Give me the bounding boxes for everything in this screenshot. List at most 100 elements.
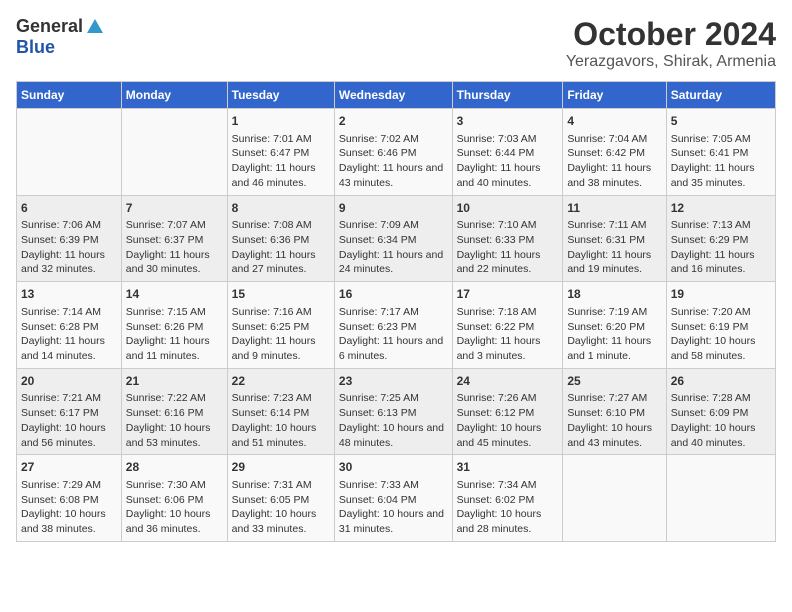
day-number: 30 [339,459,448,476]
calendar-cell: 28 Sunrise: 7:30 AM Sunset: 6:06 PM Dayli… [121,455,227,542]
day-info: Sunrise: 7:30 AM Sunset: 6:06 PM Dayligh… [126,478,223,537]
calendar-cell: 9Sunrise: 7:09 AM Sunset: 6:34 PM Daylig… [334,195,452,282]
day-info: Sunrise: 7:04 AM Sunset: 6:42 PM Dayligh… [567,132,661,191]
day-info: Sunrise: 7:01 AM Sunset: 6:47 PM Dayligh… [232,132,330,191]
day-number: 9 [339,200,448,217]
day-number: 10 [457,200,559,217]
day-info: Sunrise: 7:33 AM Sunset: 6:04 PM Dayligh… [339,478,448,537]
day-number: 26 [671,373,771,390]
calendar-cell: 19 Sunrise: 7:20 AM Sunset: 6:19 PM Dayli… [666,282,775,369]
column-header-friday: Friday [563,82,666,109]
day-number: 29 [232,459,330,476]
calendar-cell: 26Sunrise: 7:28 AM Sunset: 6:09 PM Dayli… [666,368,775,455]
day-number: 17 [457,286,559,303]
calendar-cell: 12Sunrise: 7:13 AM Sunset: 6:29 PM Dayli… [666,195,775,282]
calendar-cell: 16 Sunrise: 7:17 AM Sunset: 6:23 PM Dayli… [334,282,452,369]
day-info: Sunrise: 7:26 AM Sunset: 6:12 PM Dayligh… [457,391,559,450]
day-info: Sunrise: 7:06 AM Sunset: 6:39 PM Dayligh… [21,218,117,277]
calendar-week-5: 27Sunrise: 7:29 AM Sunset: 6:08 PM Dayli… [17,455,776,542]
day-info: Sunrise: 7:03 AM Sunset: 6:44 PM Dayligh… [457,132,559,191]
calendar-cell: 8Sunrise: 7:08 AM Sunset: 6:36 PM Daylig… [227,195,334,282]
calendar-cell: 23Sunrise: 7:25 AM Sunset: 6:13 PM Dayli… [334,368,452,455]
day-number: 11 [567,200,661,217]
day-number: 15 [232,286,330,303]
day-info: Sunrise: 7:16 AM Sunset: 6:25 PM Dayligh… [232,305,330,364]
calendar-cell: 6Sunrise: 7:06 AM Sunset: 6:39 PM Daylig… [17,195,122,282]
day-number: 28 [126,459,223,476]
day-info: Sunrise: 7:28 AM Sunset: 6:09 PM Dayligh… [671,391,771,450]
calendar-week-4: 20Sunrise: 7:21 AM Sunset: 6:17 PM Dayli… [17,368,776,455]
calendar-week-1: 1 Sunrise: 7:01 AM Sunset: 6:47 PM Daylig… [17,109,776,196]
day-number: 7 [126,200,223,217]
day-number: 12 [671,200,771,217]
page-header: General Blue October 2024 Yerazgavors, S… [16,16,776,71]
day-number: 21 [126,373,223,390]
day-info: Sunrise: 7:13 AM Sunset: 6:29 PM Dayligh… [671,218,771,277]
day-number: 5 [671,113,771,130]
calendar-cell: 21Sunrise: 7:22 AM Sunset: 6:16 PM Dayli… [121,368,227,455]
logo-general-text: General [16,16,83,37]
column-header-thursday: Thursday [452,82,563,109]
day-number: 8 [232,200,330,217]
day-number: 23 [339,373,448,390]
day-number: 19 [671,286,771,303]
column-header-monday: Monday [121,82,227,109]
calendar-cell: 10Sunrise: 7:10 AM Sunset: 6:33 PM Dayli… [452,195,563,282]
calendar-header: SundayMondayTuesdayWednesdayThursdayFrid… [17,82,776,109]
calendar-cell [121,109,227,196]
calendar-cell: 18Sunrise: 7:19 AM Sunset: 6:20 PM Dayli… [563,282,666,369]
calendar-cell: 15 Sunrise: 7:16 AM Sunset: 6:25 PM Dayli… [227,282,334,369]
day-number: 3 [457,113,559,130]
day-info: Sunrise: 7:11 AM Sunset: 6:31 PM Dayligh… [567,218,661,277]
day-info: Sunrise: 7:31 AM Sunset: 6:05 PM Dayligh… [232,478,330,537]
calendar-cell: 11Sunrise: 7:11 AM Sunset: 6:31 PM Dayli… [563,195,666,282]
column-header-sunday: Sunday [17,82,122,109]
calendar-cell: 30 Sunrise: 7:33 AM Sunset: 6:04 PM Dayli… [334,455,452,542]
logo-icon [85,17,105,37]
day-number: 20 [21,373,117,390]
day-info: Sunrise: 7:17 AM Sunset: 6:23 PM Dayligh… [339,305,448,364]
calendar-week-3: 13Sunrise: 7:14 AM Sunset: 6:28 PM Dayli… [17,282,776,369]
day-info: Sunrise: 7:15 AM Sunset: 6:26 PM Dayligh… [126,305,223,364]
day-info: Sunrise: 7:27 AM Sunset: 6:10 PM Dayligh… [567,391,661,450]
day-info: Sunrise: 7:09 AM Sunset: 6:34 PM Dayligh… [339,218,448,277]
calendar-cell: 29 Sunrise: 7:31 AM Sunset: 6:05 PM Dayli… [227,455,334,542]
day-info: Sunrise: 7:34 AM Sunset: 6:02 PM Dayligh… [457,478,559,537]
calendar-week-2: 6Sunrise: 7:06 AM Sunset: 6:39 PM Daylig… [17,195,776,282]
day-number: 25 [567,373,661,390]
day-number: 16 [339,286,448,303]
day-info: Sunrise: 7:08 AM Sunset: 6:36 PM Dayligh… [232,218,330,277]
calendar-cell: 1 Sunrise: 7:01 AM Sunset: 6:47 PM Daylig… [227,109,334,196]
day-number: 4 [567,113,661,130]
logo-blue-text: Blue [16,37,55,58]
calendar-cell: 27Sunrise: 7:29 AM Sunset: 6:08 PM Dayli… [17,455,122,542]
calendar-cell: 13Sunrise: 7:14 AM Sunset: 6:28 PM Dayli… [17,282,122,369]
day-info: Sunrise: 7:25 AM Sunset: 6:13 PM Dayligh… [339,391,448,450]
day-info: Sunrise: 7:18 AM Sunset: 6:22 PM Dayligh… [457,305,559,364]
calendar-cell: 24Sunrise: 7:26 AM Sunset: 6:12 PM Dayli… [452,368,563,455]
day-number: 2 [339,113,448,130]
day-info: Sunrise: 7:20 AM Sunset: 6:19 PM Dayligh… [671,305,771,364]
column-header-tuesday: Tuesday [227,82,334,109]
calendar-cell: 2 Sunrise: 7:02 AM Sunset: 6:46 PM Daylig… [334,109,452,196]
day-number: 1 [232,113,330,130]
calendar-cell: 5 Sunrise: 7:05 AM Sunset: 6:41 PM Daylig… [666,109,775,196]
day-number: 22 [232,373,330,390]
title-section: October 2024 Yerazgavors, Shirak, Armeni… [566,16,776,71]
day-number: 24 [457,373,559,390]
day-number: 27 [21,459,117,476]
day-info: Sunrise: 7:02 AM Sunset: 6:46 PM Dayligh… [339,132,448,191]
calendar-cell: 22Sunrise: 7:23 AM Sunset: 6:14 PM Dayli… [227,368,334,455]
calendar-cell: 7Sunrise: 7:07 AM Sunset: 6:37 PM Daylig… [121,195,227,282]
calendar-cell: 25Sunrise: 7:27 AM Sunset: 6:10 PM Dayli… [563,368,666,455]
month-title: October 2024 [566,16,776,53]
calendar-cell: 31 Sunrise: 7:34 AM Sunset: 6:02 PM Dayli… [452,455,563,542]
day-number: 31 [457,459,559,476]
column-header-wednesday: Wednesday [334,82,452,109]
day-info: Sunrise: 7:19 AM Sunset: 6:20 PM Dayligh… [567,305,661,364]
calendar-cell: 4 Sunrise: 7:04 AM Sunset: 6:42 PM Daylig… [563,109,666,196]
calendar-cell: 3 Sunrise: 7:03 AM Sunset: 6:44 PM Daylig… [452,109,563,196]
day-number: 6 [21,200,117,217]
day-info: Sunrise: 7:05 AM Sunset: 6:41 PM Dayligh… [671,132,771,191]
day-info: Sunrise: 7:14 AM Sunset: 6:28 PM Dayligh… [21,305,117,364]
